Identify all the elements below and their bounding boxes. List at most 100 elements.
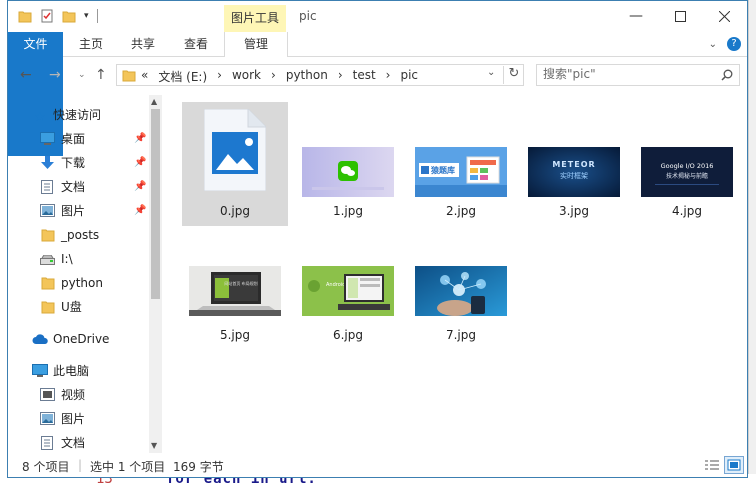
android-thumbnail: Android xyxy=(302,266,394,316)
up-button[interactable]: ↑ xyxy=(95,67,107,83)
file-name: 0.jpg xyxy=(219,204,251,218)
file-item-2[interactable]: 猿题库 2.jpg xyxy=(408,102,514,226)
pictures-icon xyxy=(40,204,55,217)
new-folder-icon[interactable] xyxy=(62,9,76,23)
thumbnails-view-button[interactable] xyxy=(724,456,744,474)
sidebar-item-label: 下载 xyxy=(61,156,86,170)
sidebar-item-usb[interactable]: U盘 xyxy=(8,296,148,318)
sidebar-item-this-pc[interactable]: 此电脑 xyxy=(8,360,148,382)
scrollbar-thumb[interactable] xyxy=(151,109,160,299)
breadcrumb-drive-e[interactable]: 文档 (E:) xyxy=(158,68,207,85)
maximize-button[interactable] xyxy=(658,5,702,27)
search-box[interactable] xyxy=(536,64,740,86)
folder-icon xyxy=(41,277,55,290)
thumbnail-caption: Google I/O 2016 xyxy=(661,162,714,170)
minimize-button[interactable]: — xyxy=(614,5,658,27)
star-icon: ★ xyxy=(34,110,46,125)
breadcrumb-test[interactable]: test xyxy=(353,68,376,85)
breadcrumb: « 文档 (E:) › work › python › test › pic xyxy=(141,68,418,85)
document-icon xyxy=(41,180,53,194)
laptop-thumbnail: 网站首页 布局规划 xyxy=(189,266,281,316)
file-list: 0.jpg 1.jpg 猿题库 2.jpg METEOR 实时框架 3.jpg … xyxy=(168,93,747,453)
thumbnail-caption: METEOR xyxy=(552,160,595,169)
sidebar-item-documents[interactable]: 文档 📌 xyxy=(8,176,148,198)
drive-icon xyxy=(40,255,55,265)
status-bar: 8 个项目 | 选中 1 个项目 169 字节 xyxy=(8,453,747,477)
sidebar-item-drive-i[interactable]: I:\ xyxy=(8,248,148,270)
file-item-0[interactable]: 0.jpg xyxy=(182,102,288,226)
refresh-icon[interactable]: ↻ xyxy=(503,66,524,84)
navigation-bar: ← → ⌄ ↑ « 文档 (E:) › work › python › test… xyxy=(8,57,747,93)
breadcrumb-work[interactable]: work xyxy=(232,68,261,85)
breadcrumb-separator[interactable]: › xyxy=(338,68,343,85)
close-button[interactable] xyxy=(702,5,746,27)
sidebar-item-onedrive[interactable]: OneDrive xyxy=(8,328,148,350)
file-name: 7.jpg xyxy=(445,328,477,342)
breadcrumb-python[interactable]: python xyxy=(286,68,328,85)
close-icon xyxy=(718,10,730,22)
sidebar-item-label: 图片 xyxy=(61,204,86,218)
file-item-6[interactable]: Android 6.jpg xyxy=(295,226,401,350)
sidebar-item-label: 桌面 xyxy=(61,132,86,146)
file-item-3[interactable]: METEOR 实时框架 3.jpg xyxy=(521,102,627,226)
thumbnail-caption: 实时框架 xyxy=(560,171,588,180)
pictures-icon xyxy=(40,412,55,425)
document-icon xyxy=(41,436,53,450)
address-dropdown-icon[interactable]: ⌄ xyxy=(487,67,495,78)
pin-icon[interactable]: 📌 xyxy=(134,200,146,222)
thumbnail-caption: 网站首页 布局规划 xyxy=(224,280,257,286)
search-input[interactable] xyxy=(543,67,713,81)
tab-home[interactable]: 主页 xyxy=(71,32,111,56)
tab-share[interactable]: 共享 xyxy=(123,32,163,56)
breadcrumb-overflow[interactable]: « xyxy=(141,68,148,85)
help-button[interactable]: ? xyxy=(727,37,741,51)
sidebar-item-quick-access[interactable]: ★ 快速访问 xyxy=(8,104,148,126)
thumbnail-caption: 技术揭秘与前瞻 xyxy=(666,172,708,180)
address-bar[interactable]: « 文档 (E:) › work › python › test › pic ⌄… xyxy=(116,64,524,86)
scroll-up-icon[interactable]: ▲ xyxy=(151,97,157,106)
breadcrumb-separator[interactable]: › xyxy=(217,68,222,85)
breadcrumb-separator[interactable]: › xyxy=(271,68,276,85)
pin-icon[interactable]: 📌 xyxy=(134,152,146,174)
file-item-1[interactable]: 1.jpg xyxy=(295,102,401,226)
sidebar-item-downloads[interactable]: 下载 📌 xyxy=(8,152,148,174)
sidebar-scrollbar[interactable]: ▲ ▼ xyxy=(149,95,162,453)
properties-icon[interactable] xyxy=(40,9,54,23)
file-name: 5.jpg xyxy=(219,328,251,342)
pin-icon[interactable]: 📌 xyxy=(134,176,146,198)
back-button[interactable]: ← xyxy=(20,67,32,83)
pin-icon[interactable]: 📌 xyxy=(134,128,146,150)
sidebar-item-pc-pictures[interactable]: 图片 xyxy=(8,408,148,430)
sidebar-item-python[interactable]: python xyxy=(8,272,148,294)
breadcrumb-separator[interactable]: › xyxy=(386,68,391,85)
status-separator: | xyxy=(78,458,83,472)
sidebar-item-pc-documents[interactable]: 文档 xyxy=(8,432,148,454)
sidebar-item-posts[interactable]: _posts xyxy=(8,224,148,246)
meteor-thumbnail: METEOR 实时框架 xyxy=(528,147,620,197)
expand-ribbon-button[interactable]: ⌄ xyxy=(709,39,717,50)
file-item-7[interactable]: 7.jpg xyxy=(408,226,514,350)
ribbon-controls: ⌄ ? xyxy=(709,37,741,51)
folder-icon xyxy=(41,229,55,242)
file-name: 2.jpg xyxy=(445,204,477,218)
customize-qat-icon[interactable]: ▾ xyxy=(84,11,89,21)
sidebar-item-label: 文档 xyxy=(61,180,86,194)
forward-button[interactable]: → xyxy=(49,67,61,83)
sidebar-item-videos[interactable]: 视频 xyxy=(8,384,148,406)
file-item-5[interactable]: 网站首页 布局规划 5.jpg xyxy=(182,226,288,350)
sidebar-item-desktop[interactable]: 桌面 📌 xyxy=(8,128,148,150)
scroll-down-icon[interactable]: ▼ xyxy=(151,441,157,450)
recent-locations-button[interactable]: ⌄ xyxy=(78,70,86,80)
breadcrumb-pic[interactable]: pic xyxy=(400,68,418,85)
folder-icon xyxy=(41,301,55,314)
tab-view[interactable]: 查看 xyxy=(176,32,216,56)
file-name: 6.jpg xyxy=(332,328,364,342)
details-view-button[interactable] xyxy=(702,456,722,474)
file-item-4[interactable]: Google I/O 2016 技术揭秘与前瞻 4.jpg xyxy=(634,102,740,226)
tab-manage[interactable]: 管理 xyxy=(224,32,288,57)
ribbon-tabs: 文件 主页 共享 查看 管理 ⌄ ? xyxy=(8,32,747,156)
cloud-icon xyxy=(32,334,48,344)
sidebar-item-pictures[interactable]: 图片 📌 xyxy=(8,200,148,222)
maximize-icon xyxy=(674,10,686,22)
picture-tools-context-tab: 图片工具 xyxy=(224,5,286,32)
